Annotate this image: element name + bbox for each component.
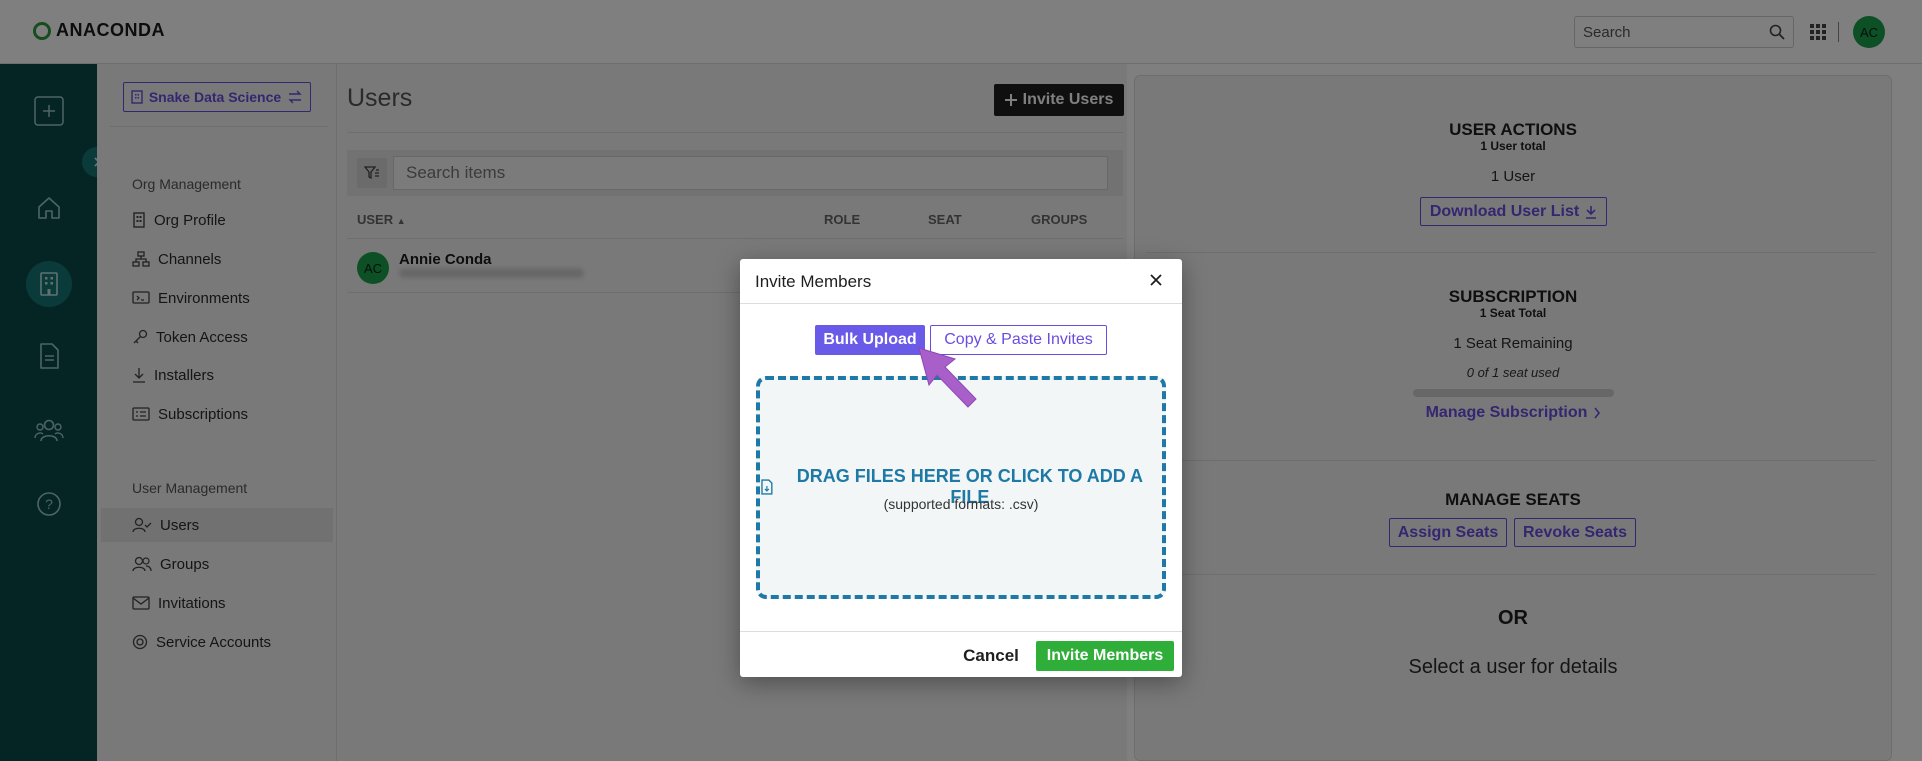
- cancel-button[interactable]: Cancel: [956, 641, 1026, 671]
- invite-members-button[interactable]: Invite Members: [1036, 641, 1174, 671]
- close-button[interactable]: [1146, 270, 1166, 290]
- dialog-title: Invite Members: [755, 272, 872, 291]
- dialog-footer-divider: [740, 631, 1182, 632]
- annotation-arrow-icon: [918, 347, 977, 408]
- dialog-header-divider: [740, 303, 1182, 304]
- file-icon: [761, 479, 773, 495]
- supported-formats: (supported formats: .csv): [883, 496, 1039, 512]
- tab-bulk-upload[interactable]: Bulk Upload: [815, 325, 925, 355]
- close-icon: [1150, 274, 1162, 286]
